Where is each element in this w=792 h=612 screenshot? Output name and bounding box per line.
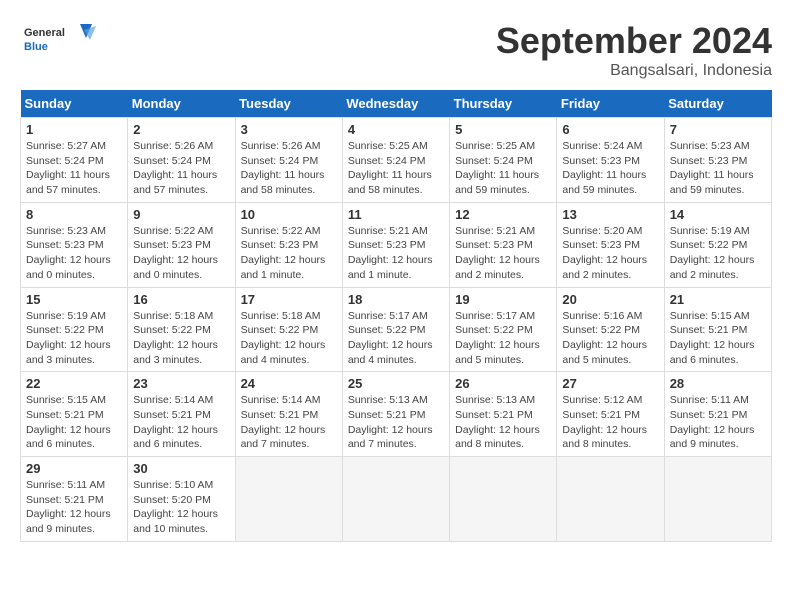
calendar-day-cell: 6Sunrise: 5:24 AMSunset: 5:23 PMDaylight… — [557, 118, 664, 203]
calendar-day-cell: 21Sunrise: 5:15 AMSunset: 5:21 PMDayligh… — [664, 287, 771, 372]
svg-text:General: General — [24, 27, 65, 39]
calendar-day-cell: 3Sunrise: 5:26 AMSunset: 5:24 PMDaylight… — [235, 118, 342, 203]
calendar-day-header: Saturday — [664, 90, 771, 118]
calendar-day-cell: 28Sunrise: 5:11 AMSunset: 5:21 PMDayligh… — [664, 372, 771, 457]
calendar-day-header: Wednesday — [342, 90, 449, 118]
calendar-day-cell: 16Sunrise: 5:18 AMSunset: 5:22 PMDayligh… — [128, 287, 235, 372]
calendar-day-cell: 19Sunrise: 5:17 AMSunset: 5:22 PMDayligh… — [450, 287, 557, 372]
calendar-day-cell — [664, 457, 771, 542]
calendar-day-cell: 1Sunrise: 5:27 AMSunset: 5:24 PMDaylight… — [21, 118, 128, 203]
calendar-week-row: 22Sunrise: 5:15 AMSunset: 5:21 PMDayligh… — [21, 372, 772, 457]
calendar-day-cell: 18Sunrise: 5:17 AMSunset: 5:22 PMDayligh… — [342, 287, 449, 372]
calendar-day-cell: 29Sunrise: 5:11 AMSunset: 5:21 PMDayligh… — [21, 457, 128, 542]
calendar-day-cell: 23Sunrise: 5:14 AMSunset: 5:21 PMDayligh… — [128, 372, 235, 457]
calendar-day-cell: 7Sunrise: 5:23 AMSunset: 5:23 PMDaylight… — [664, 118, 771, 203]
calendar-day-cell: 8Sunrise: 5:23 AMSunset: 5:23 PMDaylight… — [21, 202, 128, 287]
calendar-day-cell: 15Sunrise: 5:19 AMSunset: 5:22 PMDayligh… — [21, 287, 128, 372]
calendar-day-header: Tuesday — [235, 90, 342, 118]
calendar-day-cell: 27Sunrise: 5:12 AMSunset: 5:21 PMDayligh… — [557, 372, 664, 457]
title-block: September 2024 Bangsalsari, Indonesia — [496, 20, 772, 80]
calendar-day-cell: 26Sunrise: 5:13 AMSunset: 5:21 PMDayligh… — [450, 372, 557, 457]
logo: General Blue — [20, 20, 100, 65]
calendar-day-cell: 12Sunrise: 5:21 AMSunset: 5:23 PMDayligh… — [450, 202, 557, 287]
calendar-day-cell: 13Sunrise: 5:20 AMSunset: 5:23 PMDayligh… — [557, 202, 664, 287]
calendar-day-cell: 9Sunrise: 5:22 AMSunset: 5:23 PMDaylight… — [128, 202, 235, 287]
calendar-day-cell — [450, 457, 557, 542]
page-header: General Blue September 2024 Bangsalsari,… — [20, 20, 772, 80]
svg-text:Blue: Blue — [24, 41, 48, 53]
calendar-header-row: SundayMondayTuesdayWednesdayThursdayFrid… — [21, 90, 772, 118]
calendar-week-row: 29Sunrise: 5:11 AMSunset: 5:21 PMDayligh… — [21, 457, 772, 542]
calendar-day-cell: 11Sunrise: 5:21 AMSunset: 5:23 PMDayligh… — [342, 202, 449, 287]
calendar-day-cell: 22Sunrise: 5:15 AMSunset: 5:21 PMDayligh… — [21, 372, 128, 457]
calendar-day-cell — [557, 457, 664, 542]
calendar-day-cell: 30Sunrise: 5:10 AMSunset: 5:20 PMDayligh… — [128, 457, 235, 542]
calendar-day-header: Sunday — [21, 90, 128, 118]
calendar-week-row: 15Sunrise: 5:19 AMSunset: 5:22 PMDayligh… — [21, 287, 772, 372]
calendar-day-header: Monday — [128, 90, 235, 118]
calendar-day-cell: 4Sunrise: 5:25 AMSunset: 5:24 PMDaylight… — [342, 118, 449, 203]
calendar-day-header: Thursday — [450, 90, 557, 118]
calendar-day-cell: 25Sunrise: 5:13 AMSunset: 5:21 PMDayligh… — [342, 372, 449, 457]
calendar-week-row: 1Sunrise: 5:27 AMSunset: 5:24 PMDaylight… — [21, 118, 772, 203]
calendar-day-cell: 2Sunrise: 5:26 AMSunset: 5:24 PMDaylight… — [128, 118, 235, 203]
calendar-day-cell: 17Sunrise: 5:18 AMSunset: 5:22 PMDayligh… — [235, 287, 342, 372]
calendar-day-cell: 14Sunrise: 5:19 AMSunset: 5:22 PMDayligh… — [664, 202, 771, 287]
calendar-day-cell — [342, 457, 449, 542]
calendar-day-cell — [235, 457, 342, 542]
calendar-day-header: Friday — [557, 90, 664, 118]
calendar-week-row: 8Sunrise: 5:23 AMSunset: 5:23 PMDaylight… — [21, 202, 772, 287]
logo-svg: General Blue — [20, 20, 100, 65]
month-title: September 2024 — [496, 20, 772, 62]
calendar-day-cell: 20Sunrise: 5:16 AMSunset: 5:22 PMDayligh… — [557, 287, 664, 372]
calendar-day-cell: 10Sunrise: 5:22 AMSunset: 5:23 PMDayligh… — [235, 202, 342, 287]
location: Bangsalsari, Indonesia — [496, 62, 772, 80]
calendar-day-cell: 24Sunrise: 5:14 AMSunset: 5:21 PMDayligh… — [235, 372, 342, 457]
calendar-table: SundayMondayTuesdayWednesdayThursdayFrid… — [20, 90, 772, 542]
calendar-day-cell: 5Sunrise: 5:25 AMSunset: 5:24 PMDaylight… — [450, 118, 557, 203]
